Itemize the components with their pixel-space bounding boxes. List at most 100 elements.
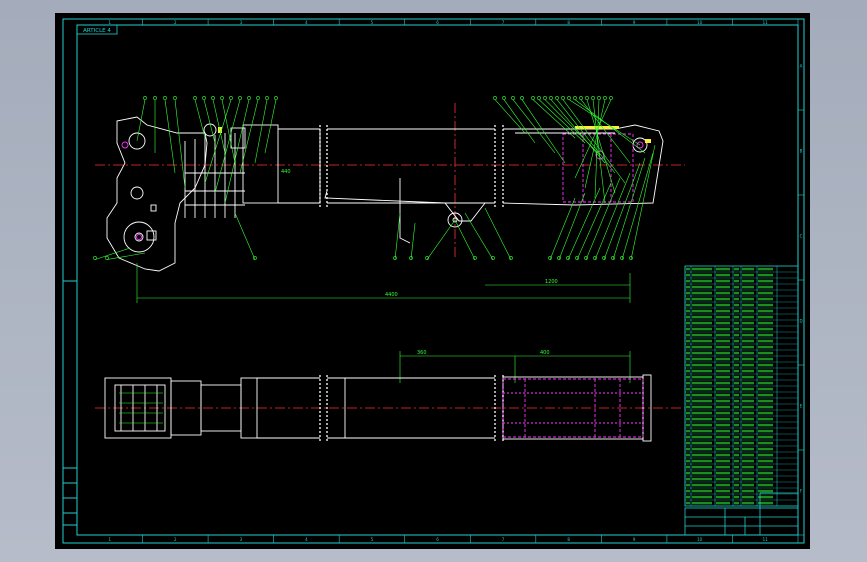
leader-line [576, 182, 612, 260]
dimension-depth: 440 [281, 169, 291, 175]
parts-table-cell-text [686, 285, 690, 289]
parts-table-cell-text [692, 459, 712, 463]
parts-table-cell-text [716, 429, 730, 433]
parts-table-cell-text [758, 267, 773, 271]
parts-table-cell-text [716, 423, 730, 427]
parts-table-cell-text [758, 339, 773, 343]
item-balloon [585, 96, 589, 100]
parts-table-cell-text [686, 483, 690, 487]
parts-table-cell-text [734, 483, 739, 487]
parts-table-cell-text [758, 303, 773, 307]
leader-line [594, 172, 631, 260]
parts-table-cell-text [686, 279, 690, 283]
parts-table-cell-text [686, 351, 690, 355]
parts-table-cell-text [742, 345, 754, 349]
parts-table-cell-text [758, 459, 773, 463]
parts-table-cell-text [734, 279, 739, 283]
parts-table-cell-text [758, 393, 773, 397]
leader-line [426, 219, 456, 260]
parts-table-cell-text [758, 285, 773, 289]
parts-table-cell-text [758, 279, 773, 283]
parts-table-cell-text [742, 297, 754, 301]
zone-number-top: 10 [697, 20, 703, 25]
item-balloon [537, 96, 541, 100]
item-balloon [143, 96, 147, 100]
parts-table-cell-text [716, 453, 730, 457]
parts-table-cell-text [716, 495, 730, 499]
parts-table-cell-text [716, 375, 730, 379]
dimension-spacing-a: 360 [417, 350, 427, 356]
item-balloon [238, 96, 242, 100]
parts-table-cell-text [734, 333, 739, 337]
zone-letter-right: E [800, 404, 803, 409]
parts-table-cell-text [686, 441, 690, 445]
parts-table-cell-text [734, 345, 739, 349]
item-balloon [193, 96, 197, 100]
zone-letter-right: A [800, 64, 803, 69]
parts-table-cell-text [716, 411, 730, 415]
parts-table-cell-text [686, 495, 690, 499]
zone-number-top: 8 [567, 20, 570, 25]
cad-viewport[interactable]: ARTICLE 4 1 1 2 2 3 3 4 4 5 5 6 6 7 7 8 8 9 9 10 10 11 11 A B C D… [0, 0, 867, 562]
parts-table-cell-text [742, 471, 754, 475]
parts-table-cell-text [692, 477, 712, 481]
parts-table-cell-text [742, 453, 754, 457]
parts-table-cell-text [734, 477, 739, 481]
item-balloon [502, 96, 506, 100]
parts-table-cell-text [686, 345, 690, 349]
parts-table-cell-text [686, 447, 690, 451]
parts-table-cell-text [742, 387, 754, 391]
parts-table-cell-text [686, 477, 690, 481]
parts-table-cell-text [686, 399, 690, 403]
parts-table-cell-text [686, 339, 690, 343]
parts-table-cell-text [692, 309, 712, 313]
parts-table-cell-text [692, 291, 712, 295]
parts-table-cell-text [716, 291, 730, 295]
parts-table-cell-text [716, 327, 730, 331]
parts-table-cell-text [734, 429, 739, 433]
item-balloon [561, 96, 565, 100]
parts-table-cell-text [716, 357, 730, 361]
parts-table-cell-text [758, 345, 773, 349]
zone-number-bottom: 1 [108, 537, 111, 542]
parts-table-cell-text [716, 459, 730, 463]
parts-table-cell-text [742, 435, 754, 439]
leader-lines [93, 96, 656, 260]
parts-table-cell-text [734, 357, 739, 361]
parts-table-cell-text [686, 381, 690, 385]
parts-table-cell-text [692, 465, 712, 469]
drawing-sheet[interactable]: ARTICLE 4 1 1 2 2 3 3 4 4 5 5 6 6 7 7 8 8 9 9 10 10 11 11 A B C D… [55, 13, 810, 549]
parts-table-cell-text [734, 309, 739, 313]
parts-table-cell-text [686, 429, 690, 433]
leader-line [394, 212, 401, 260]
item-balloon [211, 96, 215, 100]
parts-table-cell-text [742, 321, 754, 325]
leader-line [164, 99, 176, 174]
zone-number-top: 5 [371, 20, 374, 25]
parts-table-cell-text [734, 495, 739, 499]
parts-table-cell-text [686, 327, 690, 331]
item-balloon [274, 96, 278, 100]
parts-table-cell-text [742, 441, 754, 445]
parts-table-cell-text [734, 453, 739, 457]
parts-table-cell-text [716, 333, 730, 337]
parts-table-cell-text [692, 435, 712, 439]
parts-table-cell-text [758, 441, 773, 445]
leader-line [532, 99, 576, 139]
parts-table-cell-text [734, 285, 739, 289]
item-balloon [543, 96, 547, 100]
item-balloon [567, 96, 571, 100]
parts-table-cell-text [734, 399, 739, 403]
parts-table-cell-text [758, 315, 773, 319]
parts-table-cell-text [716, 387, 730, 391]
parts-table-cell-text [686, 321, 690, 325]
parts-table-cell-text [742, 381, 754, 385]
parts-table-cell-text [758, 375, 773, 379]
item-balloon [220, 96, 224, 100]
parts-table-cell-text [734, 411, 739, 415]
parts-table-cell-text [734, 459, 739, 463]
parts-table-cell-text [686, 393, 690, 397]
parts-table-cell-text [734, 465, 739, 469]
zone-number-top: 2 [174, 20, 177, 25]
parts-table-cell-text [686, 411, 690, 415]
